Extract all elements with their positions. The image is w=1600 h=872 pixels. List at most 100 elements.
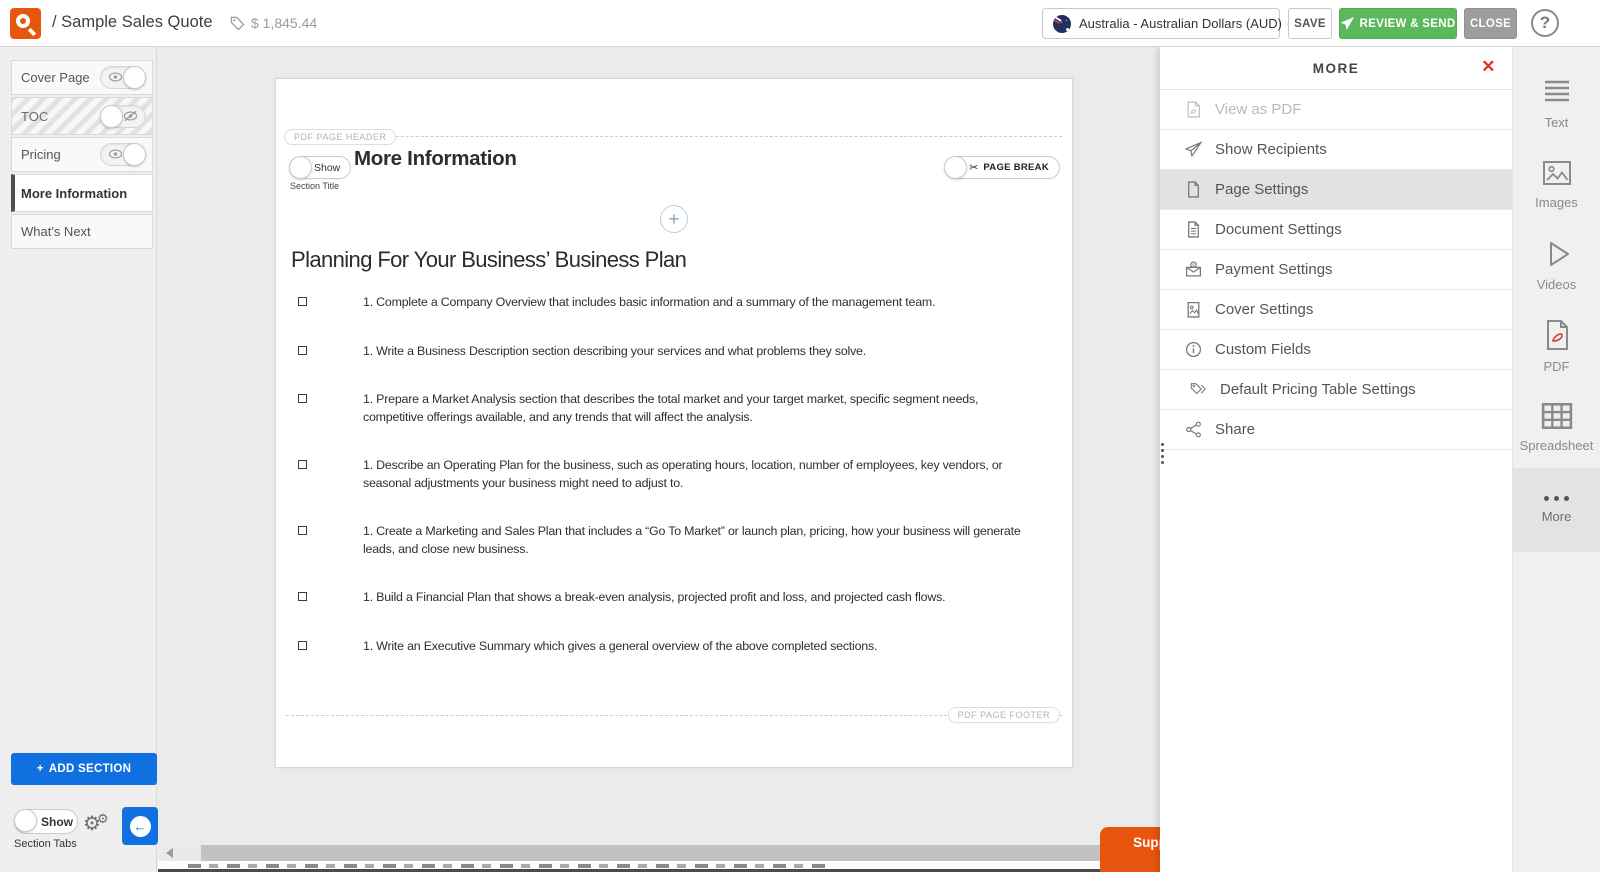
checklist-item-text: 1. Create a Marketing and Sales Plan tha… bbox=[363, 523, 1039, 558]
content-heading[interactable]: Planning For Your Business’ Business Pla… bbox=[291, 247, 686, 273]
pdf-file-icon bbox=[1185, 101, 1202, 118]
pdf-page-footer-pill[interactable]: PDF PAGE FOOTER bbox=[948, 707, 1060, 723]
panel-drag-handle[interactable] bbox=[1161, 443, 1164, 464]
paper-plane-icon bbox=[1341, 17, 1354, 30]
plus-icon: + bbox=[37, 763, 44, 775]
content-rail: Text Images Videos PDF Spreadsheet More bbox=[1512, 47, 1600, 872]
menu-item-page-settings[interactable]: Page Settings bbox=[1160, 170, 1512, 210]
section-title-caption: Section Title bbox=[290, 181, 339, 191]
add-section-label: ADD SECTION bbox=[49, 763, 132, 775]
review-send-button[interactable]: REVIEW & SEND bbox=[1339, 8, 1457, 39]
pricing-visibility-toggle[interactable] bbox=[100, 143, 146, 166]
document-icon bbox=[1185, 221, 1202, 238]
section-title[interactable]: More Information bbox=[354, 147, 517, 171]
cover-page-visibility-toggle[interactable] bbox=[100, 66, 146, 89]
checkbox-icon[interactable] bbox=[298, 641, 307, 650]
checkbox-icon[interactable] bbox=[298, 460, 307, 469]
menu-item-default-pricing-table-settings[interactable]: Default Pricing Table Settings bbox=[1160, 370, 1512, 410]
text-lines-icon bbox=[1541, 77, 1573, 107]
quote-title[interactable]: / Sample Sales Quote bbox=[52, 13, 213, 32]
checklist-item-text: 1. Complete a Company Overview that incl… bbox=[363, 294, 935, 312]
review-send-label: REVIEW & SEND bbox=[1360, 18, 1456, 30]
currency-select[interactable]: Australia - Australian Dollars (AUD) bbox=[1042, 8, 1280, 39]
svg-text:$: $ bbox=[1192, 263, 1195, 269]
rail-item-spreadsheet[interactable]: Spreadsheet bbox=[1513, 387, 1600, 468]
rail-item-more[interactable]: More bbox=[1513, 468, 1600, 552]
scissors-icon: ✂ bbox=[969, 161, 978, 174]
add-section-button[interactable]: + ADD SECTION bbox=[11, 753, 157, 785]
page-break-label: PAGE BREAK bbox=[983, 162, 1049, 173]
quote-amount-value: $ 1,845.44 bbox=[251, 15, 317, 31]
logo-q-icon bbox=[16, 14, 30, 28]
save-button[interactable]: SAVE bbox=[1288, 8, 1332, 39]
checklist-item: 1. Describe an Operating Plan for the bu… bbox=[291, 457, 1039, 492]
currency-label: Australia - Australian Dollars (AUD) bbox=[1079, 16, 1282, 31]
more-panel: MORE ✕ View as PDF Show Recipients Page … bbox=[1160, 47, 1512, 872]
play-icon bbox=[1542, 239, 1572, 269]
menu-item-label: View as PDF bbox=[1215, 101, 1301, 118]
checklist-item-text: 1. Prepare a Market Analysis section tha… bbox=[363, 391, 1039, 426]
checkbox-icon[interactable] bbox=[298, 526, 307, 535]
checklist-item: 1. Prepare a Market Analysis section tha… bbox=[291, 391, 1039, 426]
section-label: More Information bbox=[21, 186, 127, 201]
rail-item-label: Images bbox=[1535, 195, 1578, 210]
back-arrow-icon: ← bbox=[130, 816, 151, 837]
checkbox-icon[interactable] bbox=[298, 592, 307, 601]
section-tabs-label: Section Tabs bbox=[14, 838, 77, 850]
collapse-sidebar-button[interactable]: ← bbox=[122, 807, 158, 845]
sidebar-item-pricing[interactable]: Pricing bbox=[11, 137, 153, 172]
pdf-icon bbox=[1543, 319, 1571, 351]
pdf-footer-divider bbox=[286, 715, 1062, 716]
menu-item-view-as-pdf[interactable]: View as PDF bbox=[1160, 90, 1512, 130]
toc-visibility-toggle[interactable] bbox=[100, 105, 146, 128]
pdf-header-divider bbox=[286, 136, 1062, 137]
menu-item-payment-settings[interactable]: $ Payment Settings bbox=[1160, 250, 1512, 290]
ellipsis-icon bbox=[1544, 496, 1569, 501]
sidebar-item-cover-page[interactable]: Cover Page bbox=[11, 60, 153, 95]
sidebar-item-whats-next[interactable]: What's Next bbox=[11, 214, 153, 249]
horizontal-scrollbar[interactable] bbox=[163, 845, 1160, 861]
menu-item-document-settings[interactable]: Document Settings bbox=[1160, 210, 1512, 250]
quotient-logo[interactable] bbox=[10, 8, 41, 39]
quote-amount: $ 1,845.44 bbox=[230, 15, 317, 31]
top-bar: / Sample Sales Quote $ 1,845.44 Australi… bbox=[0, 0, 1600, 47]
rail-item-videos[interactable]: Videos bbox=[1513, 225, 1600, 306]
cover-image-icon bbox=[1185, 301, 1202, 318]
menu-item-label: Show Recipients bbox=[1215, 141, 1327, 158]
pdf-page-header-pill[interactable]: PDF PAGE HEADER bbox=[284, 129, 396, 145]
checkbox-icon[interactable] bbox=[298, 297, 307, 306]
rail-item-label: Spreadsheet bbox=[1520, 438, 1594, 453]
add-content-button[interactable]: + bbox=[660, 205, 688, 233]
checklist-item-text: 1. Write an Executive Summary which give… bbox=[363, 638, 877, 656]
rail-item-pdf[interactable]: PDF bbox=[1513, 306, 1600, 387]
help-button[interactable]: ? bbox=[1531, 9, 1559, 37]
checkbox-icon[interactable] bbox=[298, 394, 307, 403]
sidebar-item-more-information[interactable]: More Information bbox=[11, 174, 153, 212]
payment-icon: $ bbox=[1185, 261, 1202, 278]
rail-item-images[interactable]: Images bbox=[1513, 144, 1600, 225]
checklist-item: 1. Write a Business Description section … bbox=[291, 343, 1039, 361]
close-button[interactable]: CLOSE bbox=[1464, 8, 1517, 39]
section-title-show-toggle[interactable]: Show bbox=[289, 156, 351, 179]
scroll-left-arrow-icon[interactable] bbox=[166, 848, 173, 858]
menu-item-label: Share bbox=[1215, 421, 1255, 438]
rail-item-text[interactable]: Text bbox=[1513, 63, 1600, 144]
menu-item-share[interactable]: Share bbox=[1160, 410, 1512, 450]
page-icon bbox=[1185, 181, 1202, 198]
menu-item-custom-fields[interactable]: Custom Fields bbox=[1160, 330, 1512, 370]
checklist-item: 1. Build a Financial Plan that shows a b… bbox=[291, 589, 1039, 607]
checkbox-icon[interactable] bbox=[298, 346, 307, 355]
menu-item-cover-settings[interactable]: Cover Settings bbox=[1160, 290, 1512, 330]
section-tabs-show-toggle[interactable]: Show bbox=[14, 809, 78, 834]
image-icon bbox=[1541, 159, 1573, 187]
scrollbar-thumb[interactable] bbox=[201, 845, 1106, 861]
pricing-tag-icon bbox=[1190, 381, 1207, 398]
sidebar-item-toc[interactable]: TOC bbox=[11, 97, 153, 135]
menu-item-show-recipients[interactable]: Show Recipients bbox=[1160, 130, 1512, 170]
close-icon[interactable]: ✕ bbox=[1481, 58, 1497, 75]
checklist-item-text: 1. Describe an Operating Plan for the bu… bbox=[363, 457, 1039, 492]
page-break-toggle[interactable]: ✂ PAGE BREAK bbox=[944, 156, 1060, 179]
document-page: PDF PAGE HEADER Show More Information Se… bbox=[275, 78, 1073, 768]
australia-flag-icon bbox=[1053, 15, 1071, 33]
settings-gears-icon[interactable]: ⚙⚙ bbox=[83, 811, 109, 836]
